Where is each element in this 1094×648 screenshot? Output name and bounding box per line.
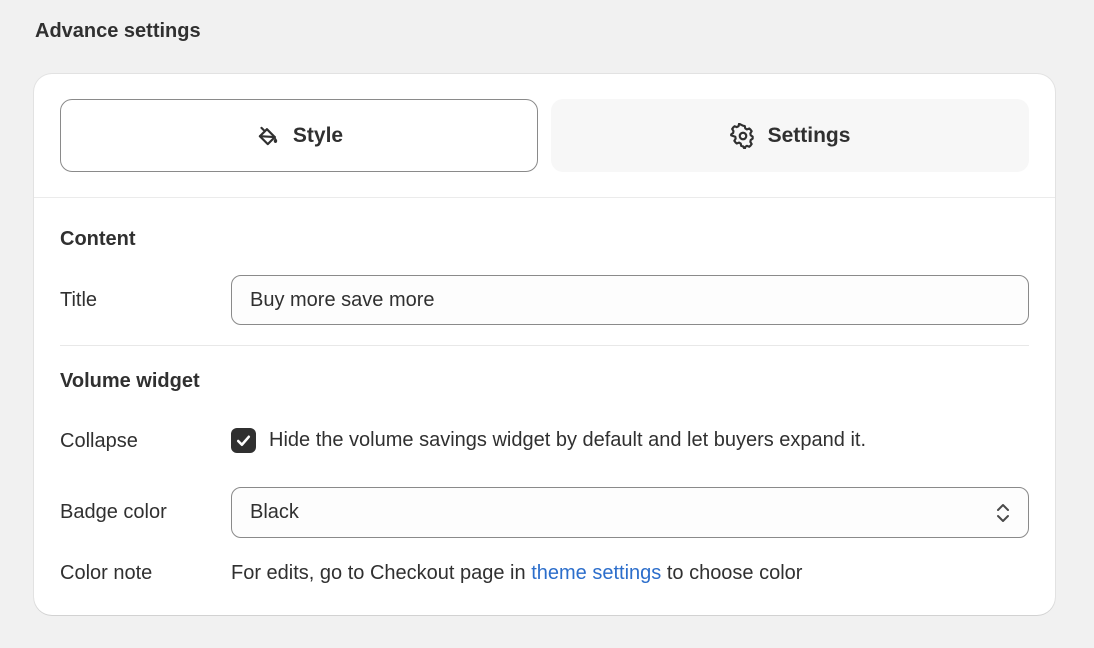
content-heading: Content (60, 228, 136, 250)
page: Advance settings Style Settings Content … (0, 0, 1094, 648)
advanced-settings-card: Style Settings Content Title Volume widg… (34, 74, 1055, 615)
badge-color-label: Badge color (60, 501, 167, 523)
collapse-checkbox-row[interactable]: Hide the volume savings widget by defaul… (231, 428, 866, 453)
paint-bucket-icon (255, 123, 281, 149)
checkmark-icon (236, 435, 251, 447)
section-title: Advance settings (35, 20, 201, 42)
color-note: For edits, go to Checkout page in theme … (231, 562, 802, 585)
collapse-checkbox[interactable] (231, 428, 256, 453)
tab-bar: Style Settings (34, 74, 1055, 198)
tab-settings-label: Settings (767, 123, 851, 147)
color-note-prefix: For edits, go to Checkout page in (231, 562, 526, 584)
tab-settings[interactable]: Settings (551, 99, 1029, 172)
volume-widget-heading: Volume widget (60, 370, 200, 392)
divider (60, 345, 1029, 346)
badge-color-value: Black (250, 501, 299, 523)
tab-style-label: Style (292, 123, 344, 147)
color-note-suffix: to choose color (666, 562, 803, 584)
theme-settings-link[interactable]: theme settings (531, 562, 661, 584)
title-input[interactable] (231, 275, 1029, 325)
tab-style[interactable]: Style (60, 99, 538, 172)
collapse-description: Hide the volume savings widget by defaul… (269, 429, 867, 451)
gear-icon (729, 122, 756, 149)
color-note-label: Color note (60, 562, 153, 584)
select-chevron-icon (997, 504, 1009, 522)
badge-color-select[interactable]: Black (231, 487, 1029, 538)
collapse-label: Collapse (60, 430, 138, 452)
title-label: Title (60, 289, 98, 311)
